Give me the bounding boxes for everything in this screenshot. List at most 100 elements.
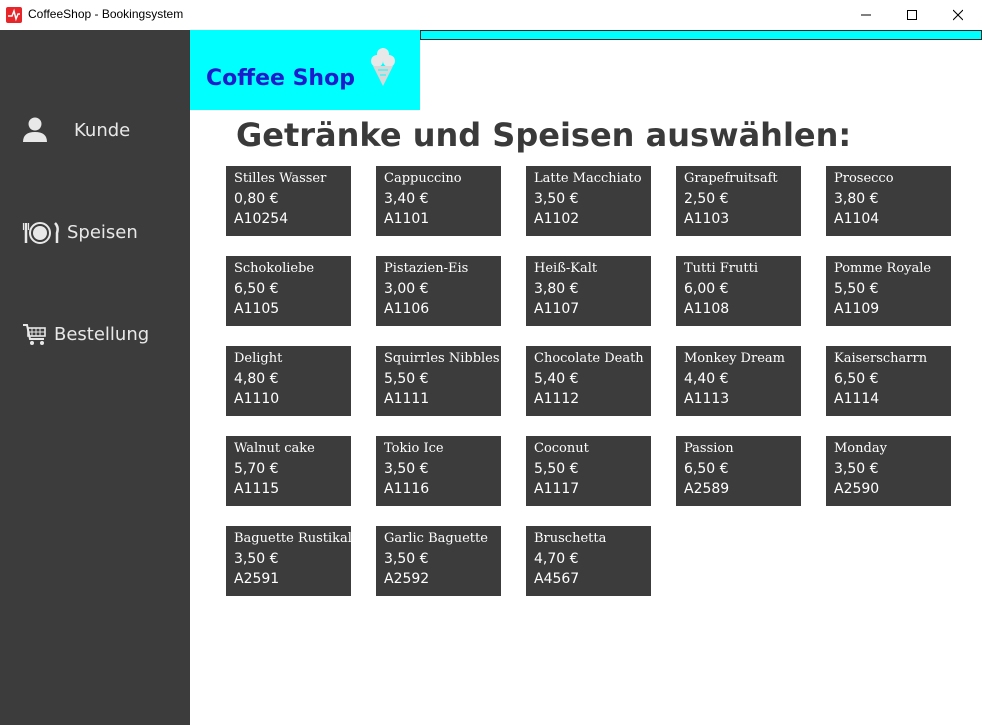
sidebar-item-kunde[interactable]: Kunde: [0, 111, 190, 151]
product-tile[interactable]: Passion 6,50 € A2589: [676, 436, 801, 506]
shopping-cart-icon: [22, 319, 48, 353]
product-code: A1106: [384, 301, 430, 317]
product-name: Chocolate Death: [534, 351, 644, 366]
product-price: 3,00 €: [384, 281, 429, 297]
ice-cream-icon: [370, 46, 396, 92]
product-tile[interactable]: Tutti Frutti 6,00 € A1108: [676, 256, 801, 326]
close-button[interactable]: [935, 0, 981, 30]
product-name: Tokio Ice: [384, 441, 444, 456]
product-tile[interactable]: Cappuccino 3,40 € A1101: [376, 166, 501, 236]
product-tile[interactable]: Walnut cake 5,70 € A1115: [226, 436, 351, 506]
product-name: Pomme Royale: [834, 261, 932, 276]
product-price: 3,50 €: [384, 551, 429, 567]
sidebar-item-label: Bestellung: [54, 324, 150, 345]
product-code: A2592: [384, 571, 430, 587]
product-price: 5,70 €: [234, 461, 279, 477]
product-tile[interactable]: Chocolate Death 5,40 € A1112: [526, 346, 651, 416]
sidebar-item-label: Speisen: [67, 222, 138, 243]
product-code: A1105: [234, 301, 280, 317]
product-tile[interactable]: Tokio Ice 3,50 € A1116: [376, 436, 501, 506]
sidebar-item-speisen[interactable]: Speisen: [0, 213, 190, 253]
product-price: 6,00 €: [684, 281, 729, 297]
product-tile[interactable]: Grapefruitsaft 2,50 € A1103: [676, 166, 801, 236]
product-name: Monkey Dream: [684, 351, 785, 366]
product-name: Walnut cake: [234, 441, 315, 456]
product-code: A1101: [384, 211, 430, 227]
plate-cutlery-icon: [22, 217, 64, 251]
product-price: 2,50 €: [684, 191, 729, 207]
minimize-button[interactable]: [843, 0, 889, 30]
product-price: 0,80 €: [234, 191, 279, 207]
product-name: Kaiserscharrn: [834, 351, 928, 366]
product-price: 5,50 €: [534, 461, 579, 477]
product-price: 4,70 €: [534, 551, 579, 567]
product-price: 3,50 €: [834, 461, 879, 477]
product-name: Stilles Wasser: [234, 171, 327, 186]
product-code: A1112: [534, 391, 580, 407]
product-tile[interactable]: Bruschetta 4,70 € A4567: [526, 526, 651, 596]
product-tile[interactable]: Garlic Baguette 3,50 € A2592: [376, 526, 501, 596]
page-title: Getränke und Speisen auswählen:: [236, 116, 852, 154]
product-name: Passion: [684, 441, 734, 456]
sidebar: Kunde Speisen Bestellung: [0, 30, 190, 725]
logo-banner: Coffee Shop: [190, 30, 420, 110]
product-price: 3,50 €: [384, 461, 429, 477]
product-code: A1113: [684, 391, 730, 407]
product-name: Coconut: [534, 441, 589, 456]
product-price: 3,80 €: [834, 191, 879, 207]
product-code: A1103: [684, 211, 730, 227]
product-price: 6,50 €: [684, 461, 729, 477]
product-tile[interactable]: Coconut 5,50 € A1117: [526, 436, 651, 506]
user-icon: [22, 115, 48, 149]
product-code: A10254: [234, 211, 289, 227]
window-titlebar: CoffeeShop - Bookingsystem: [0, 0, 982, 30]
product-name: Prosecco: [834, 171, 894, 186]
product-tile[interactable]: Heiß-Kalt 3,80 € A1107: [526, 256, 651, 326]
product-tile[interactable]: Delight 4,80 € A1110: [226, 346, 351, 416]
product-name: Monday: [834, 441, 887, 456]
app-icon: [6, 7, 22, 23]
product-price: 3,80 €: [534, 281, 579, 297]
product-price: 6,50 €: [234, 281, 279, 297]
window-title: CoffeeShop - Bookingsystem: [28, 7, 184, 21]
product-name: Latte Macchiato: [534, 171, 642, 186]
product-code: A1114: [834, 391, 880, 407]
product-tile[interactable]: Monkey Dream 4,40 € A1113: [676, 346, 801, 416]
product-tile[interactable]: Prosecco 3,80 € A1104: [826, 166, 951, 236]
product-price: 5,50 €: [834, 281, 879, 297]
product-name: Schokoliebe: [234, 261, 315, 276]
sidebar-item-bestellung[interactable]: Bestellung: [0, 315, 190, 355]
product-tile[interactable]: Baguette Rustikal 3,50 € A2591: [226, 526, 351, 596]
product-code: A1111: [384, 391, 430, 407]
product-code: A4567: [534, 571, 580, 587]
product-name: Delight: [234, 351, 283, 366]
product-code: A1109: [834, 301, 880, 317]
product-tile[interactable]: Kaiserscharrn 6,50 € A1114: [826, 346, 951, 416]
product-code: A1117: [534, 481, 580, 497]
product-tile[interactable]: Pomme Royale 5,50 € A1109: [826, 256, 951, 326]
product-name: Tutti Frutti: [684, 261, 758, 276]
product-name: Baguette Rustikal: [234, 531, 351, 546]
product-tile[interactable]: Latte Macchiato 3,50 € A1102: [526, 166, 651, 236]
product-price: 3,40 €: [384, 191, 429, 207]
product-price: 3,50 €: [534, 191, 579, 207]
product-code: A1102: [534, 211, 580, 227]
product-price: 4,40 €: [684, 371, 729, 387]
product-code: A1110: [234, 391, 280, 407]
product-tile[interactable]: Schokoliebe 6,50 € A1105: [226, 256, 351, 326]
product-tile[interactable]: Pistazien-Eis 3,00 € A1106: [376, 256, 501, 326]
product-name: Garlic Baguette: [384, 531, 488, 546]
maximize-button[interactable]: [889, 0, 935, 30]
product-price: 4,80 €: [234, 371, 279, 387]
product-code: A1115: [234, 481, 280, 497]
product-tile[interactable]: Stilles Wasser 0,80 € A10254: [226, 166, 351, 236]
product-code: A1107: [534, 301, 580, 317]
product-name: Squirrles Nibbles: [384, 351, 500, 366]
product-price: 6,50 €: [834, 371, 879, 387]
product-name: Heiß-Kalt: [534, 261, 598, 276]
product-code: A1108: [684, 301, 730, 317]
product-tile[interactable]: Monday 3,50 € A2590: [826, 436, 951, 506]
product-code: A2591: [234, 571, 280, 587]
sidebar-item-label: Kunde: [74, 120, 131, 141]
product-tile[interactable]: Squirrles Nibbles 5,50 € A1111: [376, 346, 501, 416]
